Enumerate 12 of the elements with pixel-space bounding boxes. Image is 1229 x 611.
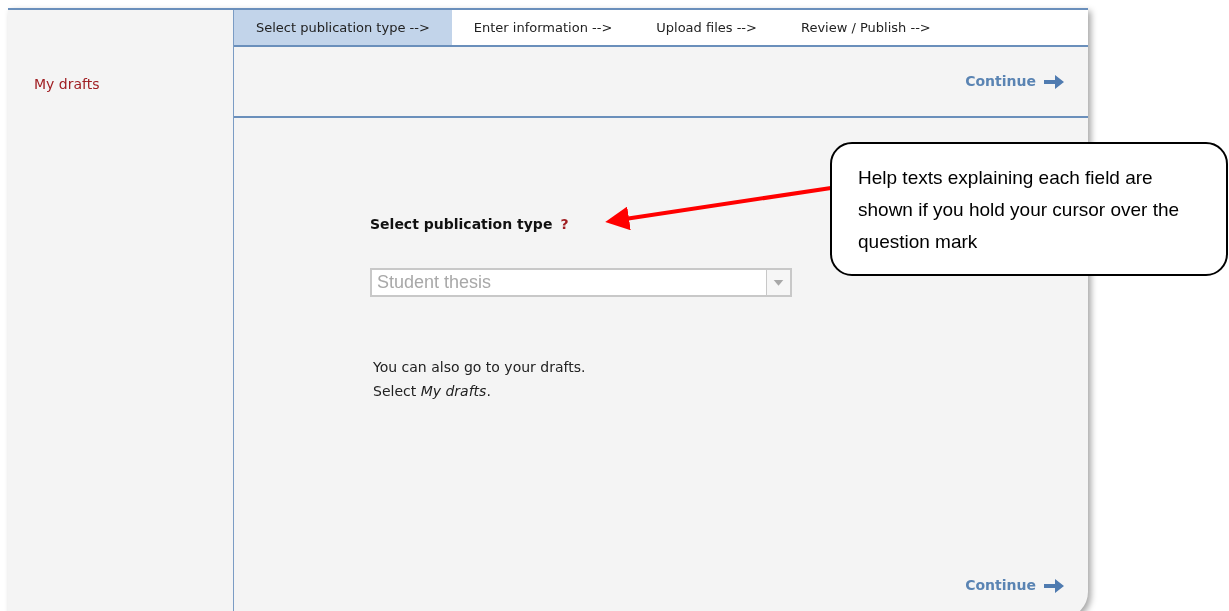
right-arrow-icon bbox=[1044, 577, 1064, 594]
field-label: Select publication type bbox=[370, 215, 553, 234]
sidebar-link[interactable]: My drafts bbox=[34, 76, 100, 92]
continue-link[interactable]: Continue bbox=[965, 71, 1064, 92]
right-arrow-icon bbox=[1044, 73, 1064, 90]
continue-link[interactable]: Continue bbox=[965, 575, 1064, 596]
step-tab[interactable]: Select publication type --> bbox=[234, 10, 452, 45]
info-text: Select My drafts. bbox=[373, 382, 492, 401]
publication-type-select: Student thesis bbox=[370, 268, 792, 297]
help-link[interactable]: ? bbox=[560, 214, 569, 235]
callout-box: Help texts explaining each field are shown if you hold your cursor over the question mark bbox=[830, 142, 1228, 276]
info-text: You can also go to your drafts. bbox=[373, 358, 587, 377]
